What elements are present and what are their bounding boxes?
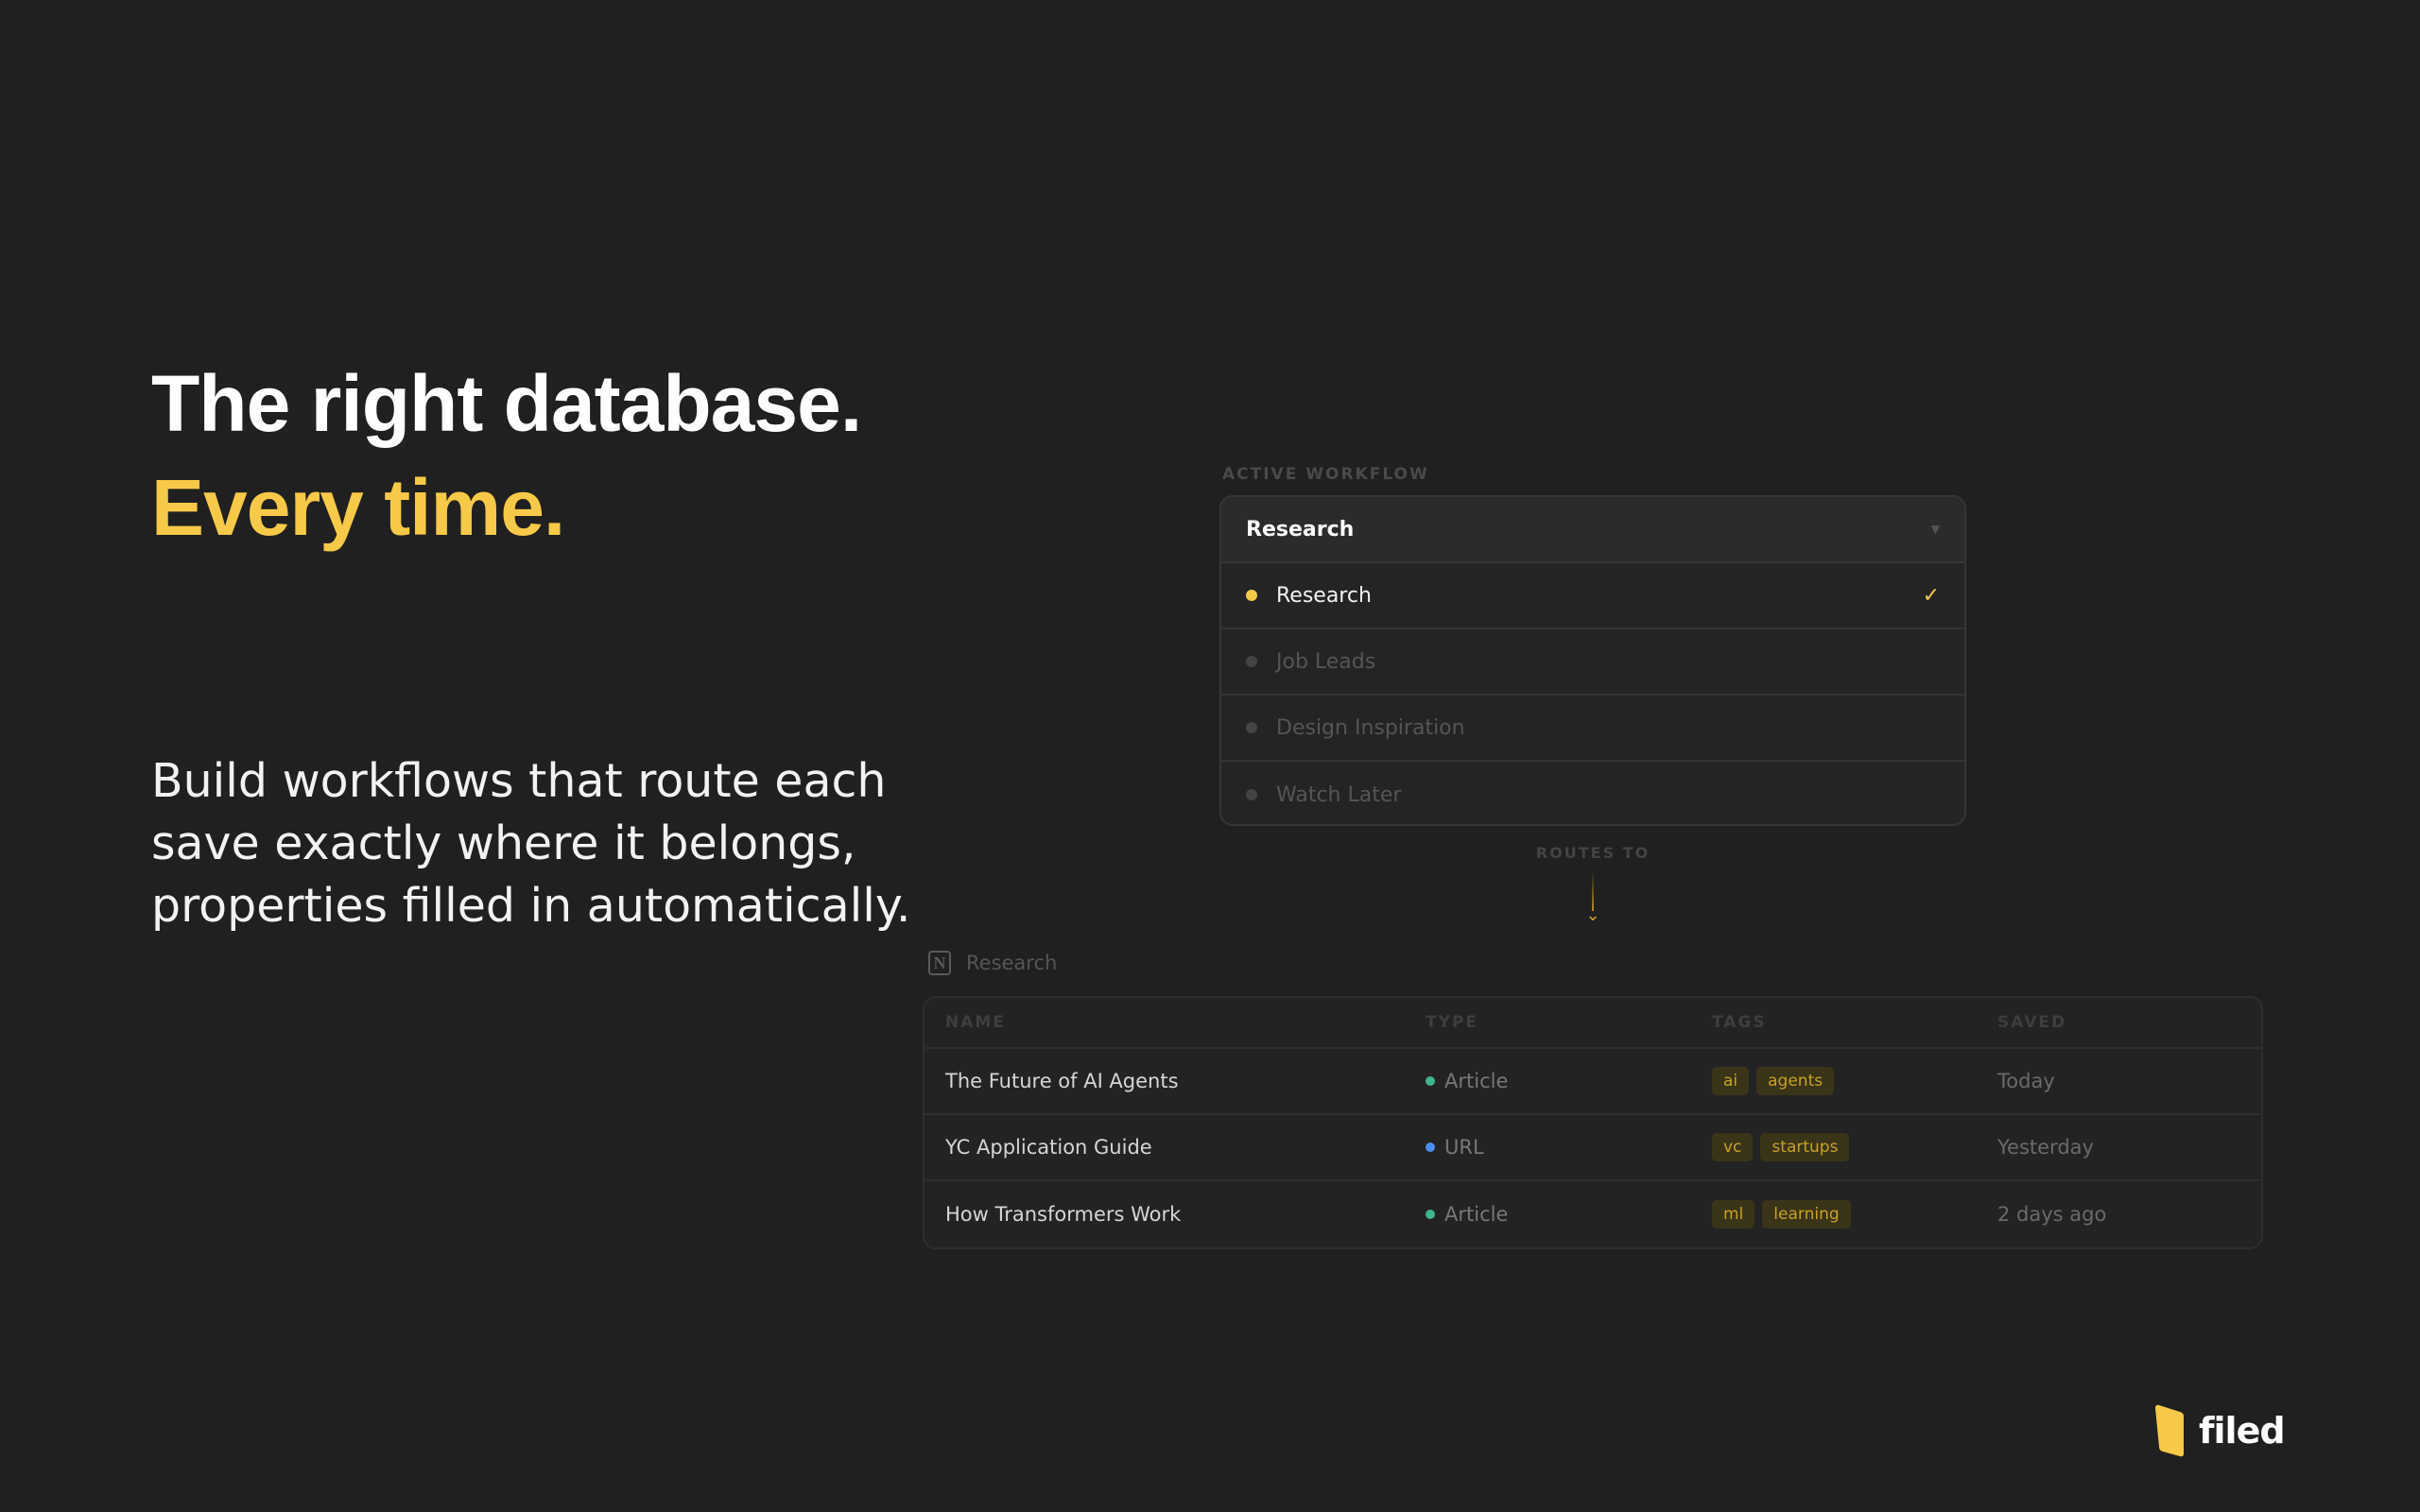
database-title: N Research (928, 951, 1057, 975)
tag-badge: ai (1712, 1067, 1750, 1095)
check-icon: ✓ (1922, 583, 1940, 608)
caret-down-icon: ▼ (1930, 523, 1940, 536)
workflow-option-label: Job Leads (1276, 649, 1376, 674)
chevron-down-icon: ⌄ (1585, 905, 1600, 925)
status-dot-icon (1246, 722, 1257, 733)
type-dot-icon (1426, 1143, 1435, 1152)
tag-badge: agents (1756, 1067, 1835, 1095)
type-label: URL (1444, 1136, 1484, 1159)
workflow-option[interactable]: Design Inspiration (1221, 696, 1964, 762)
tag-badge: vc (1712, 1133, 1754, 1161)
workflow-option-label: Design Inspiration (1276, 715, 1465, 740)
cell-tags: vc startups (1712, 1133, 1997, 1161)
tag-badge: learning (1762, 1200, 1851, 1228)
hero-title: The right database. Every time. (151, 352, 862, 559)
filed-logo-icon (2155, 1404, 2184, 1457)
column-header-name: NAME (945, 1013, 1006, 1032)
hero-title-line: The right database. (151, 359, 862, 448)
cell-type: Article (1426, 1070, 1712, 1092)
tag-badge: startups (1760, 1133, 1850, 1161)
brand: filed (2152, 1402, 2286, 1459)
type-label: Article (1444, 1203, 1509, 1226)
table-header: NAME TYPE TAGS SAVED (925, 998, 2261, 1049)
type-label: Article (1444, 1070, 1509, 1092)
table-row[interactable]: The Future of AI Agents Article ai agents To… (925, 1049, 2261, 1115)
tag-badge: ml (1712, 1200, 1755, 1228)
hero-description: Build workflows that route each save exa… (151, 754, 911, 933)
type-dot-icon (1426, 1210, 1435, 1219)
workflow-option[interactable]: Job Leads (1221, 629, 1964, 696)
active-workflow-label: ACTIVE WORKFLOW (1222, 465, 1429, 484)
column-header-tags: TAGS (1712, 1013, 1767, 1032)
status-dot-icon (1246, 656, 1257, 667)
type-dot-icon (1426, 1076, 1435, 1086)
routes-to-label: ROUTES TO (1535, 844, 1651, 862)
cell-tags: ml learning (1712, 1200, 1997, 1228)
column-header-type: TYPE (1426, 1013, 1478, 1032)
brand-name: filed (2199, 1410, 2286, 1452)
workflow-option-label: Watch Later (1276, 782, 1402, 807)
status-dot-icon (1246, 590, 1257, 601)
table-body: The Future of AI Agents Article ai agents To… (925, 1049, 2261, 1247)
page: The right database. Every time. Build wo… (0, 0, 2420, 1512)
workflow-option-label: Research (1276, 583, 1372, 608)
workflow-select[interactable]: Research ▼ (1221, 497, 1964, 563)
database-name: Research (966, 952, 1058, 974)
cell-name: How Transformers Work (945, 1203, 1182, 1226)
cell-name: YC Application Guide (945, 1136, 1152, 1159)
cell-saved: 2 days ago (1997, 1203, 2107, 1226)
hero-title-accent-line: Every time. (151, 463, 565, 552)
workflow-dropdown: Research ▼ Research ✓ Job Leads Design Insp… (1219, 495, 1966, 826)
cell-type: Article (1426, 1203, 1712, 1226)
cell-type: URL (1426, 1136, 1712, 1159)
notion-icon: N (928, 951, 951, 975)
database-table: NAME TYPE TAGS SAVED The Future of AI Ag… (923, 996, 2263, 1249)
cell-saved: Today (1997, 1070, 2055, 1092)
workflow-options: Research ✓ Job Leads Design Inspiration Watc… (1221, 563, 1964, 824)
cell-tags: ai agents (1712, 1067, 1997, 1095)
table-row[interactable]: YC Application Guide URL vc startups Yesterd… (925, 1115, 2261, 1181)
cell-name: The Future of AI Agents (945, 1070, 1179, 1092)
cell-saved: Yesterday (1997, 1136, 2094, 1159)
status-dot-icon (1246, 789, 1257, 800)
workflow-option[interactable]: Watch Later (1221, 762, 1964, 824)
column-header-saved: SAVED (1997, 1013, 2067, 1032)
table-row[interactable]: How Transformers Work Article ml learning 2 … (925, 1181, 2261, 1247)
workflow-option[interactable]: Research ✓ (1221, 563, 1964, 629)
workflow-selected-value: Research (1246, 517, 1355, 541)
